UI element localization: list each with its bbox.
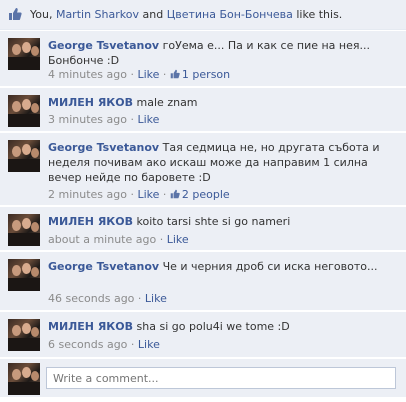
meta-separator: · [127,338,138,351]
comment-time[interactable]: 46 seconds ago [48,292,134,305]
comment-item: МИЛЕН ЯКОВ male znam 3 minutes ago · Lik… [0,88,406,132]
like-button[interactable]: Like [167,233,189,246]
meta-separator: · [156,233,167,246]
comment-time[interactable]: 2 minutes ago [48,188,127,201]
comment-author[interactable]: МИЛЕН ЯКОВ [48,215,133,228]
meta-separator: · [159,188,170,201]
like-button[interactable]: Like [137,188,159,201]
thumbs-up-icon [9,8,22,20]
likes-text: You, Martin Sharkov and Цветина Бон-Бонч… [30,8,342,21]
avatar[interactable] [8,140,40,172]
comment-author[interactable]: МИЛЕН ЯКОВ [48,320,133,333]
comment-time[interactable]: about a minute ago [48,233,156,246]
comment-meta: 2 minutes ago · Like · 2 people [48,188,230,202]
comment-time[interactable]: 6 seconds ago [48,338,127,351]
comment-input[interactable] [46,367,396,389]
like-button[interactable]: Like [145,292,167,305]
comment-item: George Tsvetanov Че и черния дроб си иск… [0,252,406,311]
comment-body: George Tsvetanov Че и черния дроб си иск… [48,259,400,274]
liker-link-2[interactable]: Цветина Бон-Бончева [167,8,293,21]
liker-link-1[interactable]: Martin Sharkov [56,8,139,21]
like-count: 2 people [181,188,230,201]
likes-suffix: like this. [292,8,343,21]
comment-body: George Tsvetanov гоУема е... Па и как се… [48,38,400,68]
thumbs-up-icon [170,69,180,79]
comment-text: Че и черния дроб си иска неговото... [162,260,378,273]
comment-author[interactable]: МИЛЕН ЯКОВ [48,96,133,109]
meta-separator: · [134,292,145,305]
comment-meta: 4 minutes ago · Like · 1 person [48,68,230,82]
comment-composer [0,359,406,397]
comment-body: МИЛЕН ЯКОВ sha si go polu4i we tome :D [48,319,400,334]
avatar[interactable] [8,38,40,70]
comment-meta: 46 seconds ago · Like [48,292,167,306]
comment-body: МИЛЕН ЯКОВ male znam [48,95,400,110]
meta-separator: · [126,113,138,126]
comment-item: МИЛЕН ЯКОВ koito tarsi shte si go nameri… [0,207,406,251]
comment-item: George Tsvetanov гоУема е... Па и как се… [0,31,406,87]
like-count: 1 person [181,68,231,81]
like-button[interactable]: Like [137,68,159,81]
comment-author[interactable]: George Tsvetanov [48,39,159,52]
comment-item: МИЛЕН ЯКОВ sha si go polu4i we tome :D 6… [0,312,406,358]
comment-author[interactable]: George Tsvetanov [48,260,159,273]
avatar[interactable] [8,95,40,127]
comment-text: sha si go polu4i we tome :D [136,320,290,333]
comment-body: George Tsvetanov Тая седмица не, но друг… [48,140,400,185]
comment-author[interactable]: George Tsvetanov [48,141,159,154]
comment-text: koito tarsi shte si go nameri [136,215,291,228]
thumbs-up-icon [170,189,180,199]
avatar[interactable] [8,214,40,246]
comment-meta: 6 seconds ago · Like [48,338,160,352]
comment-body: МИЛЕН ЯКОВ koito tarsi shte si go nameri [48,214,400,229]
comment-time[interactable]: 3 minutes ago [48,113,127,126]
comment-text: male znam [136,96,198,109]
meta-separator: · [126,68,138,81]
avatar[interactable] [8,259,40,291]
comment-meta: 3 minutes ago · Like [48,113,159,127]
like-count-link[interactable]: 1 person [170,68,230,81]
like-button[interactable]: Like [137,113,159,126]
likes-prefix: You, [30,8,56,21]
likes-summary: You, Martin Sharkov and Цветина Бон-Бонч… [0,0,406,30]
avatar [8,363,40,395]
meta-separator: · [126,188,138,201]
like-count-link[interactable]: 2 people [170,188,230,201]
meta-separator: · [159,68,170,81]
comment-item: George Tsvetanov Тая седмица не, но друг… [0,133,406,206]
comments-panel: You, Martin Sharkov and Цветина Бон-Бонч… [0,0,406,402]
likes-mid: and [138,8,167,21]
comment-meta: about a minute ago · Like [48,233,189,247]
avatar[interactable] [8,319,40,351]
like-button[interactable]: Like [138,338,160,351]
comment-time[interactable]: 4 minutes ago [48,68,127,81]
